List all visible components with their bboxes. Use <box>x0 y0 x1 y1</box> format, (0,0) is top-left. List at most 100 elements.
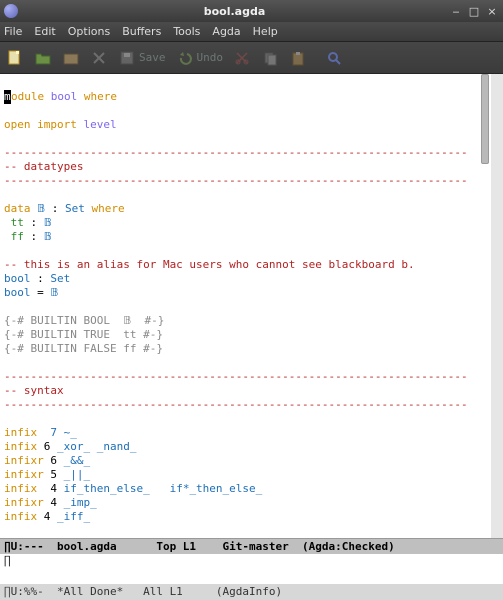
comment-datatypes: -- datatypes <box>4 160 83 173</box>
fixity-neg: 7 ~_ <box>50 426 77 439</box>
type-bb: 𝔹 <box>44 216 52 229</box>
undo-icon <box>176 49 194 67</box>
fixity-num: 4 <box>44 510 57 523</box>
maximize-button[interactable]: □ <box>467 4 481 18</box>
x-icon <box>90 49 108 67</box>
close-window-button[interactable]: × <box>485 4 499 18</box>
kw-data: data <box>4 202 37 215</box>
kw-import: import <box>37 118 83 131</box>
save-dir-button[interactable] <box>62 49 80 67</box>
constructor-tt: tt <box>4 216 31 229</box>
import-level: level <box>83 118 116 131</box>
modeline-main[interactable]: ∏U:--- bool.agda Top L1 Git-master (Agda… <box>0 538 503 554</box>
search-button[interactable] <box>325 49 343 67</box>
floppy-icon <box>118 49 136 67</box>
modeline-info-text: ∏U:%%- *All Done* All L1 (AgdaInfo) <box>4 585 468 598</box>
menu-buffers[interactable]: Buffers <box>122 25 161 38</box>
kill-buffer-button[interactable] <box>90 49 108 67</box>
fixity-num: 4 <box>50 482 63 495</box>
equals: = <box>37 286 50 299</box>
def-bool: bool <box>4 286 37 299</box>
separator: ----------------------------------------… <box>4 370 468 383</box>
fixity-num: 6 <box>50 454 63 467</box>
ops-iff: _iff_ <box>57 510 90 523</box>
kw-open: open <box>4 118 37 131</box>
type-bb: 𝔹 <box>44 230 52 243</box>
kw-infix: infix <box>4 440 44 453</box>
scrollbar-thumb[interactable] <box>481 74 489 164</box>
type-bool-bb: 𝔹 <box>37 202 45 215</box>
menu-agda[interactable]: Agda <box>212 25 240 38</box>
minibuffer[interactable]: ∏ <box>0 554 503 584</box>
menu-edit[interactable]: Edit <box>34 25 55 38</box>
type-set: Set <box>50 272 70 285</box>
ops-and: _&&_ <box>64 454 91 467</box>
fixity-num: 4 <box>50 496 63 509</box>
kw-infixr: infixr <box>4 468 50 481</box>
separator: ----------------------------------------… <box>4 174 468 187</box>
separator: ----------------------------------------… <box>4 398 468 411</box>
comment-syntax: -- syntax <box>4 384 64 397</box>
colon: : <box>37 272 50 285</box>
kw-infix: infix <box>4 510 44 523</box>
window-titlebar: bool.agda ‒ □ × <box>0 0 503 22</box>
toolbar: Save Undo <box>0 42 503 74</box>
kw-where: where <box>84 90 117 103</box>
module-name: bool <box>44 90 84 103</box>
scissors-icon <box>233 49 251 67</box>
new-file-button[interactable] <box>6 49 24 67</box>
modeline-info[interactable]: ∏U:%%- *All Done* All L1 (AgdaInfo) <box>0 584 503 600</box>
fixity-num: 5 <box>50 468 63 481</box>
menu-help[interactable]: Help <box>253 25 278 38</box>
save-button[interactable]: Save <box>118 49 166 67</box>
colon: : <box>45 202 65 215</box>
menu-options[interactable]: Options <box>68 25 110 38</box>
minimize-button[interactable]: ‒ <box>449 4 463 18</box>
window-title: bool.agda <box>24 5 445 18</box>
menu-file[interactable]: File <box>4 25 22 38</box>
ops-or: _||_ <box>64 468 91 481</box>
type-set: Set <box>65 202 92 215</box>
ops-imp: _imp_ <box>64 496 97 509</box>
pragma-false: {-# BUILTIN FALSE ff #-} <box>4 342 163 355</box>
kw-module: odule <box>11 90 44 103</box>
modeline-main-text: ∏U:--- bool.agda Top L1 Git-master (Agda… <box>4 540 468 553</box>
open-file-button[interactable] <box>34 49 52 67</box>
save-label: Save <box>139 51 166 64</box>
kw-infixr: infixr <box>4 496 50 509</box>
kw-where: where <box>92 202 125 215</box>
search-icon <box>325 49 343 67</box>
separator: ----------------------------------------… <box>4 146 468 159</box>
app-icon <box>4 4 18 18</box>
folder-open-icon <box>34 49 52 67</box>
constructor-ff: ff <box>4 230 31 243</box>
type-bb: 𝔹 <box>50 286 58 299</box>
menubar: File Edit Options Buffers Tools Agda Hel… <box>0 22 503 42</box>
copy-icon <box>261 49 279 67</box>
pragma-bool: {-# BUILTIN BOOL 𝔹 #-} <box>4 314 164 327</box>
paste-button[interactable] <box>289 49 307 67</box>
minibuffer-text: ∏ <box>4 554 11 567</box>
editor-frame: module bool where open import level ----… <box>0 74 503 600</box>
kw-infix: infix <box>4 482 50 495</box>
undo-button[interactable]: Undo <box>176 49 224 67</box>
kw-infixr: infixr <box>4 454 50 467</box>
fixity-num: 6 <box>44 440 57 453</box>
text-cursor: m <box>4 90 11 104</box>
copy-button[interactable] <box>261 49 279 67</box>
cut-button[interactable] <box>233 49 251 67</box>
menu-tools[interactable]: Tools <box>173 25 200 38</box>
paste-icon <box>289 49 307 67</box>
decl-bool: bool <box>4 272 37 285</box>
folder-icon <box>62 49 80 67</box>
pragma-true: {-# BUILTIN TRUE tt #-} <box>4 328 163 341</box>
undo-label: Undo <box>197 51 224 64</box>
new-file-icon <box>6 49 24 67</box>
ops-ite: if_then_else_ if*_then_else_ <box>64 482 263 495</box>
colon: : <box>31 230 44 243</box>
code-editor[interactable]: module bool where open import level ----… <box>0 74 503 538</box>
kw-infix: infix <box>4 426 50 439</box>
comment-alias: -- this is an alias for Mac users who ca… <box>4 258 415 271</box>
ops-xor-nand: _xor_ _nand_ <box>57 440 136 453</box>
colon: : <box>31 216 44 229</box>
